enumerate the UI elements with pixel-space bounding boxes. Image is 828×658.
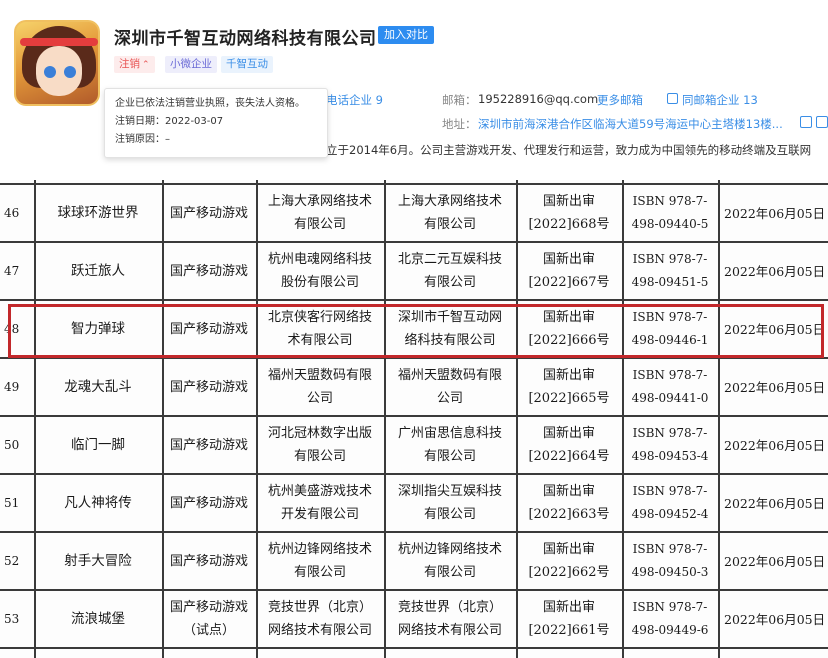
game-approval-table: 46 球球环游世界 国产移动游戏 上海大承网络技术 有限公司 上海大承网络技术 … <box>0 180 828 658</box>
game-name: 球球环游世界 <box>57 204 139 221</box>
same-email-icon <box>667 93 678 104</box>
table-row: 53 流浪城堡 国产移动游戏 （试点） 竞技世界（北京） 网络技术有限公司 竞技… <box>0 590 828 648</box>
game-category: 国产移动游戏 <box>169 205 248 221</box>
approval-date: 2022年06月05日 <box>724 379 826 395</box>
email-label: 邮箱： <box>442 93 477 107</box>
size-badge: 小微企业 <box>165 56 217 73</box>
row-number: 53 <box>4 611 20 626</box>
approval-date: 2022年06月05日 <box>724 263 826 279</box>
company-header: 深圳市千智互动网络科技有限公司 加入对比 注销 ⌃ 小微企业 千智互动 电话企业 … <box>0 0 828 176</box>
operator: 竞技世界（北京） 网络技术有限公司 <box>397 600 502 638</box>
row-number: 52 <box>4 553 20 568</box>
company-logo <box>14 20 100 106</box>
publisher: 上海大承网络技术 有限公司 <box>267 194 372 232</box>
row-number: 51 <box>4 495 20 510</box>
status-badge[interactable]: 注销 ⌃ <box>114 56 155 73</box>
operator: 杭州边锋网络技术 有限公司 <box>397 542 502 580</box>
game-name: 流浪城堡 <box>71 610 125 627</box>
row-number: 46 <box>4 205 20 220</box>
operator: 广州宙思信息科技 有限公司 <box>397 426 502 464</box>
table-row: 51 凡人神将传 国产移动游戏 杭州美盛游戏技术 开发有限公司 深圳指尖互娱科技… <box>0 474 828 532</box>
game-category: 国产移动游戏 <box>169 263 248 279</box>
approval-date: 2022年06月05日 <box>724 553 826 569</box>
game-name: 龙魂大乱斗 <box>64 378 132 395</box>
brand-badge[interactable]: 千智互动 <box>221 56 273 73</box>
table-row: 50 临门一脚 国产移动游戏 河北冠林数字出版 有限公司 广州宙思信息科技 有限… <box>0 416 828 474</box>
same-phone-link[interactable]: 电话企业 9 <box>326 92 383 108</box>
approval-number: 国新出审 [2022]662号 <box>528 542 610 580</box>
approval-number: 国新出审 [2022]668号 <box>528 194 610 232</box>
company-intro: 立于2014年6月。公司主营游戏开发、代理发行和运营，致力成为中国领先的移动终端… <box>326 143 812 157</box>
publisher: 杭州美盛游戏技术 开发有限公司 <box>267 484 372 522</box>
approval-date: 2022年06月05日 <box>724 611 826 627</box>
isbn: ISBN 978-7- 498-09451-5 <box>631 252 709 289</box>
row-number: 47 <box>4 263 20 278</box>
approval-number: 国新出审 [2022]661号 <box>528 600 610 638</box>
address-value[interactable]: 深圳市前海深港合作区临海大道59号海运中心主塔楼13楼... <box>478 116 783 132</box>
approval-number: 国新出审 [2022]667号 <box>528 252 610 290</box>
company-name: 深圳市千智互动网络科技有限公司 <box>114 29 377 49</box>
isbn: ISBN 978-7- 498-09440-5 <box>631 194 709 231</box>
deregistration-tooltip: 企业已依法注销营业执照，丧失法人资格。 注销日期：2022-03-07 注销原因… <box>104 88 328 158</box>
publisher: 杭州边锋网络技术 有限公司 <box>267 542 372 580</box>
isbn: ISBN 978-7- 498-09450-3 <box>631 542 709 579</box>
approval-date: 2022年06月05日 <box>724 437 826 453</box>
game-name: 凡人神将传 <box>64 494 132 511</box>
status-badge-label: 注销 <box>119 58 140 70</box>
game-category: 国产移动游戏 <box>169 495 248 511</box>
approval-date: 2022年06月05日 <box>724 205 826 221</box>
address-label: 地址： <box>442 117 477 131</box>
game-name: 射手大冒险 <box>64 552 132 569</box>
row-number: 49 <box>4 379 20 394</box>
highlight-box <box>8 304 824 358</box>
approval-number: 国新出审 [2022]665号 <box>528 368 610 406</box>
chevron-up-icon: ⌃ <box>142 60 150 70</box>
game-category: 国产移动游戏 （试点） <box>169 600 248 638</box>
more-email-link[interactable]: 更多邮箱 <box>597 92 643 108</box>
game-name: 临门一脚 <box>71 436 125 453</box>
operator: 福州天盟数码有限 公司 <box>397 368 502 406</box>
operator: 北京二元互娱科技 有限公司 <box>397 252 502 290</box>
table-row: 46 球球环游世界 国产移动游戏 上海大承网络技术 有限公司 上海大承网络技术 … <box>0 184 828 242</box>
table-row: 49 龙魂大乱斗 国产移动游戏 福州天盟数码有限 公司 福州天盟数码有限 公司 … <box>0 358 828 416</box>
isbn: ISBN 978-7- 498-09449-6 <box>631 600 709 637</box>
approval-number: 国新出审 [2022]663号 <box>528 484 610 522</box>
table-row: 52 射手大冒险 国产移动游戏 杭州边锋网络技术 有限公司 杭州边锋网络技术 有… <box>0 532 828 590</box>
publisher: 福州天盟数码有限 公司 <box>267 368 372 406</box>
operator: 上海大承网络技术 有限公司 <box>397 194 502 232</box>
tooltip-line: 注销日期：2022-03-07 <box>115 116 224 127</box>
game-category: 国产移动游戏 <box>169 553 248 569</box>
add-compare-button[interactable]: 加入对比 <box>378 26 434 44</box>
publisher: 竞技世界（北京） 网络技术有限公司 <box>267 600 372 638</box>
tooltip-line: 企业已依法注销营业执照，丧失法人资格。 <box>115 98 305 109</box>
publisher: 河北冠林数字出版 有限公司 <box>267 426 372 464</box>
isbn: ISBN 978-7- 498-09441-0 <box>631 368 709 405</box>
email-value: 195228916@qq.com <box>478 92 599 106</box>
table-row: 47 跃迁旅人 国产移动游戏 杭州电魂网络科技 股份有限公司 北京二元互娱科技 … <box>0 242 828 300</box>
approval-date: 2022年06月05日 <box>724 495 826 511</box>
isbn: ISBN 978-7- 498-09452-4 <box>631 484 709 521</box>
isbn: ISBN 978-7- 498-09453-4 <box>631 426 709 463</box>
publisher: 杭州电魂网络科技 股份有限公司 <box>267 252 372 290</box>
map-icon[interactable] <box>800 116 812 128</box>
operator: 深圳指尖互娱科技 有限公司 <box>397 484 502 522</box>
game-name: 跃迁旅人 <box>71 262 125 279</box>
copy-icon[interactable] <box>816 116 828 128</box>
tooltip-line: 注销原因：– <box>115 134 170 145</box>
same-email-link[interactable]: 同邮箱企业 13 <box>682 92 758 108</box>
approval-number: 国新出审 [2022]664号 <box>528 426 610 464</box>
game-category: 国产移动游戏 <box>169 379 248 395</box>
row-number: 50 <box>4 437 20 452</box>
game-category: 国产移动游戏 <box>169 437 248 453</box>
